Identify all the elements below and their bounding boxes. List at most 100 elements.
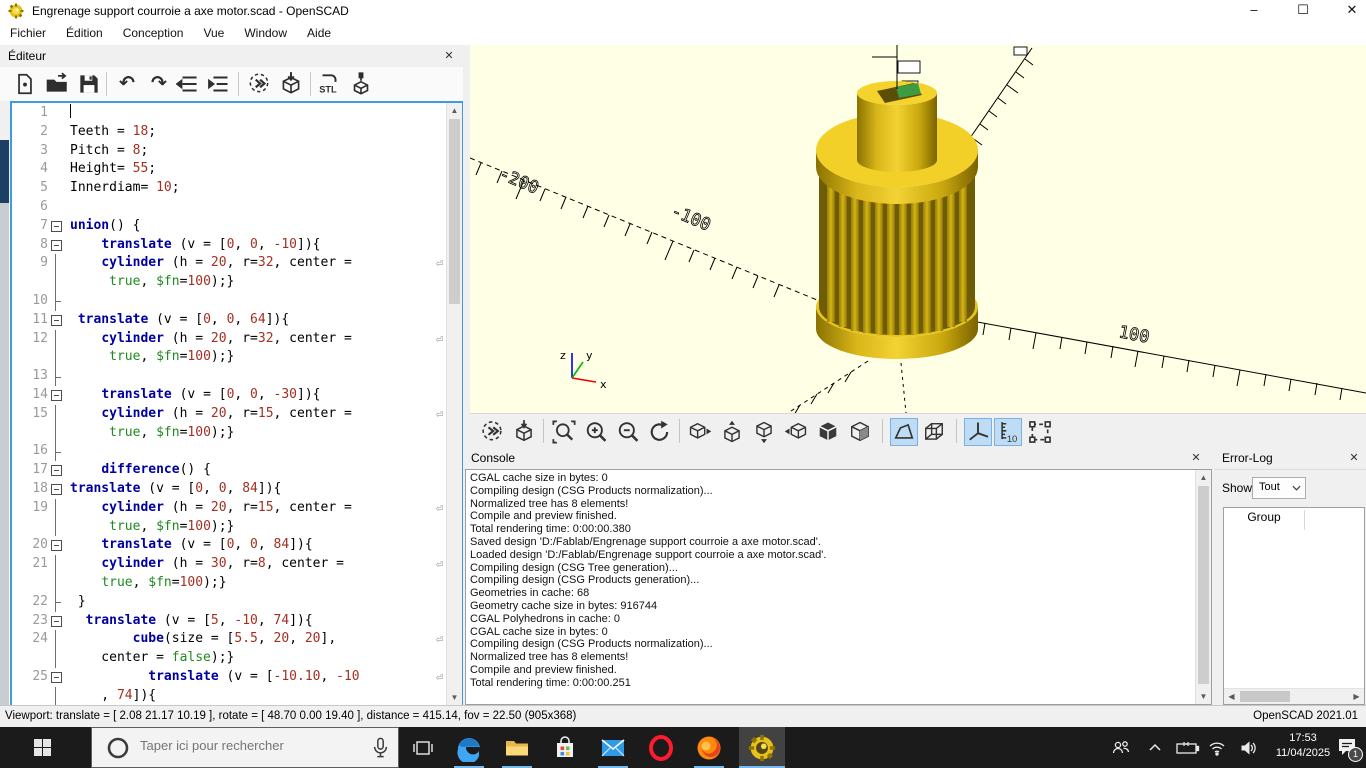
gizmo-y-label: y: [586, 349, 593, 362]
view-top-icon[interactable]: [718, 418, 746, 446]
menu-item-5[interactable]: Aide: [297, 22, 341, 45]
taskbar-clock[interactable]: 17:53 11/04/2025: [1272, 731, 1334, 765]
microphone-icon[interactable]: [373, 737, 388, 759]
battery-icon[interactable]: [1176, 739, 1200, 757]
minimize-button[interactable]: –: [1232, 0, 1276, 22]
redo-button[interactable]: ↷: [146, 71, 172, 97]
editor-scrollbar[interactable]: ▲ ▼: [446, 103, 462, 705]
x-neg-100-label: -100: [668, 201, 714, 235]
menu-item-0[interactable]: Fichier: [0, 22, 56, 45]
negative-axes: [788, 361, 906, 413]
perspective-icon[interactable]: [890, 418, 918, 446]
console-line: Compiling design (CSG Tree generation)..…: [470, 562, 1193, 575]
code-row: center = false);}: [12, 649, 445, 668]
notification-center-button[interactable]: 1: [1336, 736, 1360, 760]
code-row: 1: [12, 104, 445, 123]
show-edges-icon[interactable]: [1026, 418, 1054, 446]
task-view-button[interactable]: [400, 727, 446, 768]
svg-text:STL: STL: [319, 85, 337, 95]
view-right-icon[interactable]: [686, 418, 714, 446]
openscad-taskbar-icon: [748, 734, 776, 762]
export-stl-button[interactable]: STL: [316, 71, 342, 97]
menu-item-3[interactable]: Vue: [193, 22, 234, 45]
firefox-icon: [695, 734, 723, 762]
background-window-strip-lower: [0, 203, 10, 750]
editor-close-icon[interactable]: ✕: [441, 48, 457, 64]
view-front-icon[interactable]: [814, 418, 842, 446]
viewport-status-text: Viewport: translate = [ 2.08 21.17 10.19…: [5, 710, 576, 722]
preview-button[interactable]: [246, 71, 272, 97]
volume-icon[interactable]: [1240, 739, 1258, 757]
taskbar-app-file-explorer[interactable]: [494, 727, 540, 768]
taskbar-app-mail[interactable]: [590, 727, 636, 768]
wifi-icon[interactable]: [1208, 739, 1226, 757]
taskbar-app-openscad[interactable]: [739, 727, 785, 768]
task-view-icon: [412, 737, 434, 759]
console-scroll-thumb[interactable]: [1198, 486, 1209, 684]
code-row: 22 }: [12, 593, 445, 612]
console-output[interactable]: CGAL cache size in bytes: 0Compiling des…: [465, 469, 1212, 705]
save-button[interactable]: [76, 71, 102, 97]
error-table-scroll-thumb[interactable]: [1240, 691, 1290, 702]
x-pos-100-label: 100: [1117, 322, 1151, 347]
error-log-table[interactable]: Group ◀ ▶: [1223, 507, 1365, 705]
taskbar-app-edge[interactable]: [446, 727, 492, 768]
code-row: 6: [12, 198, 445, 217]
people-icon[interactable]: [1112, 739, 1130, 757]
close-button[interactable]: ✕: [1330, 0, 1366, 22]
scroll-right-icon[interactable]: ▶: [1349, 689, 1364, 704]
error-table-group-header[interactable]: Group: [1224, 510, 1305, 530]
error-filter-dropdown[interactable]: Tout: [1252, 477, 1306, 499]
code-row: 19 cylinder (h = 20, r=15, center = ⏎: [12, 499, 445, 518]
open-file-button[interactable]: [44, 71, 70, 97]
scroll-up-icon[interactable]: ▲: [1196, 470, 1211, 485]
scroll-left-icon[interactable]: ◀: [1224, 689, 1239, 704]
error-table-hscrollbar[interactable]: ◀ ▶: [1224, 688, 1364, 704]
error-log-close-icon[interactable]: ✕: [1346, 450, 1362, 466]
zoom-out-icon[interactable]: [614, 418, 642, 446]
scroll-down-icon[interactable]: ▼: [1196, 689, 1211, 704]
view-bottom-icon[interactable]: [750, 418, 778, 446]
unindent-button[interactable]: [176, 71, 202, 97]
scroll-down-icon[interactable]: ▼: [447, 690, 462, 705]
taskbar-app-opera[interactable]: [638, 727, 684, 768]
editor-panel-title: Éditeur: [8, 49, 46, 63]
zoom-in-icon[interactable]: [582, 418, 610, 446]
console-close-icon[interactable]: ✕: [1188, 450, 1204, 466]
scroll-up-icon[interactable]: ▲: [447, 103, 462, 118]
console-scrollbar[interactable]: ▲ ▼: [1195, 470, 1211, 704]
code-editor[interactable]: 12Teeth = 18;3Pitch = 8;4Height= 55;5Inn…: [10, 101, 464, 707]
view-back-icon[interactable]: [846, 418, 874, 446]
print-3d-button[interactable]: [348, 71, 374, 97]
editor-panel: Éditeur ✕ ↶ ↷ STL 12Teeth = 18;3Pitch = …: [0, 45, 463, 705]
render-button[interactable]: [278, 71, 304, 97]
code-row: 18translate (v = [0, 0, 84]){: [12, 480, 445, 499]
editor-scroll-thumb[interactable]: [449, 119, 460, 304]
maximize-button[interactable]: ☐: [1281, 0, 1325, 22]
code-row: 5Innerdiam= 10;: [12, 179, 445, 198]
taskbar-app-firefox[interactable]: [686, 727, 732, 768]
menu-item-1[interactable]: Édition: [56, 22, 113, 45]
menu-item-4[interactable]: Window: [234, 22, 297, 45]
show-filter-label: Show: [1222, 481, 1252, 495]
search-input[interactable]: [138, 737, 342, 754]
show-axes-icon[interactable]: [964, 418, 992, 446]
error-log-title: Error-Log: [1222, 451, 1273, 465]
menu-item-2[interactable]: Conception: [113, 22, 194, 45]
zoom-all-icon[interactable]: [550, 418, 578, 446]
reset-view-icon[interactable]: [646, 418, 674, 446]
preview-icon[interactable]: [478, 418, 506, 446]
code-row: 23 translate (v = [5, -10, 74]){: [12, 612, 445, 631]
taskbar-search[interactable]: [91, 727, 399, 768]
view-left-icon[interactable]: [782, 418, 810, 446]
start-button[interactable]: [0, 727, 90, 768]
taskbar-app-store[interactable]: [542, 727, 588, 768]
render-icon[interactable]: [510, 418, 538, 446]
3d-viewport[interactable]: -200 -100 100: [470, 45, 1366, 413]
tray-chevron-up-icon[interactable]: [1146, 739, 1164, 757]
show-scale-markers-icon[interactable]: 10: [994, 418, 1022, 446]
new-file-button[interactable]: [12, 71, 38, 97]
undo-button[interactable]: ↶: [114, 71, 140, 97]
indent-button[interactable]: [208, 71, 234, 97]
orthogonal-icon[interactable]: [920, 418, 948, 446]
